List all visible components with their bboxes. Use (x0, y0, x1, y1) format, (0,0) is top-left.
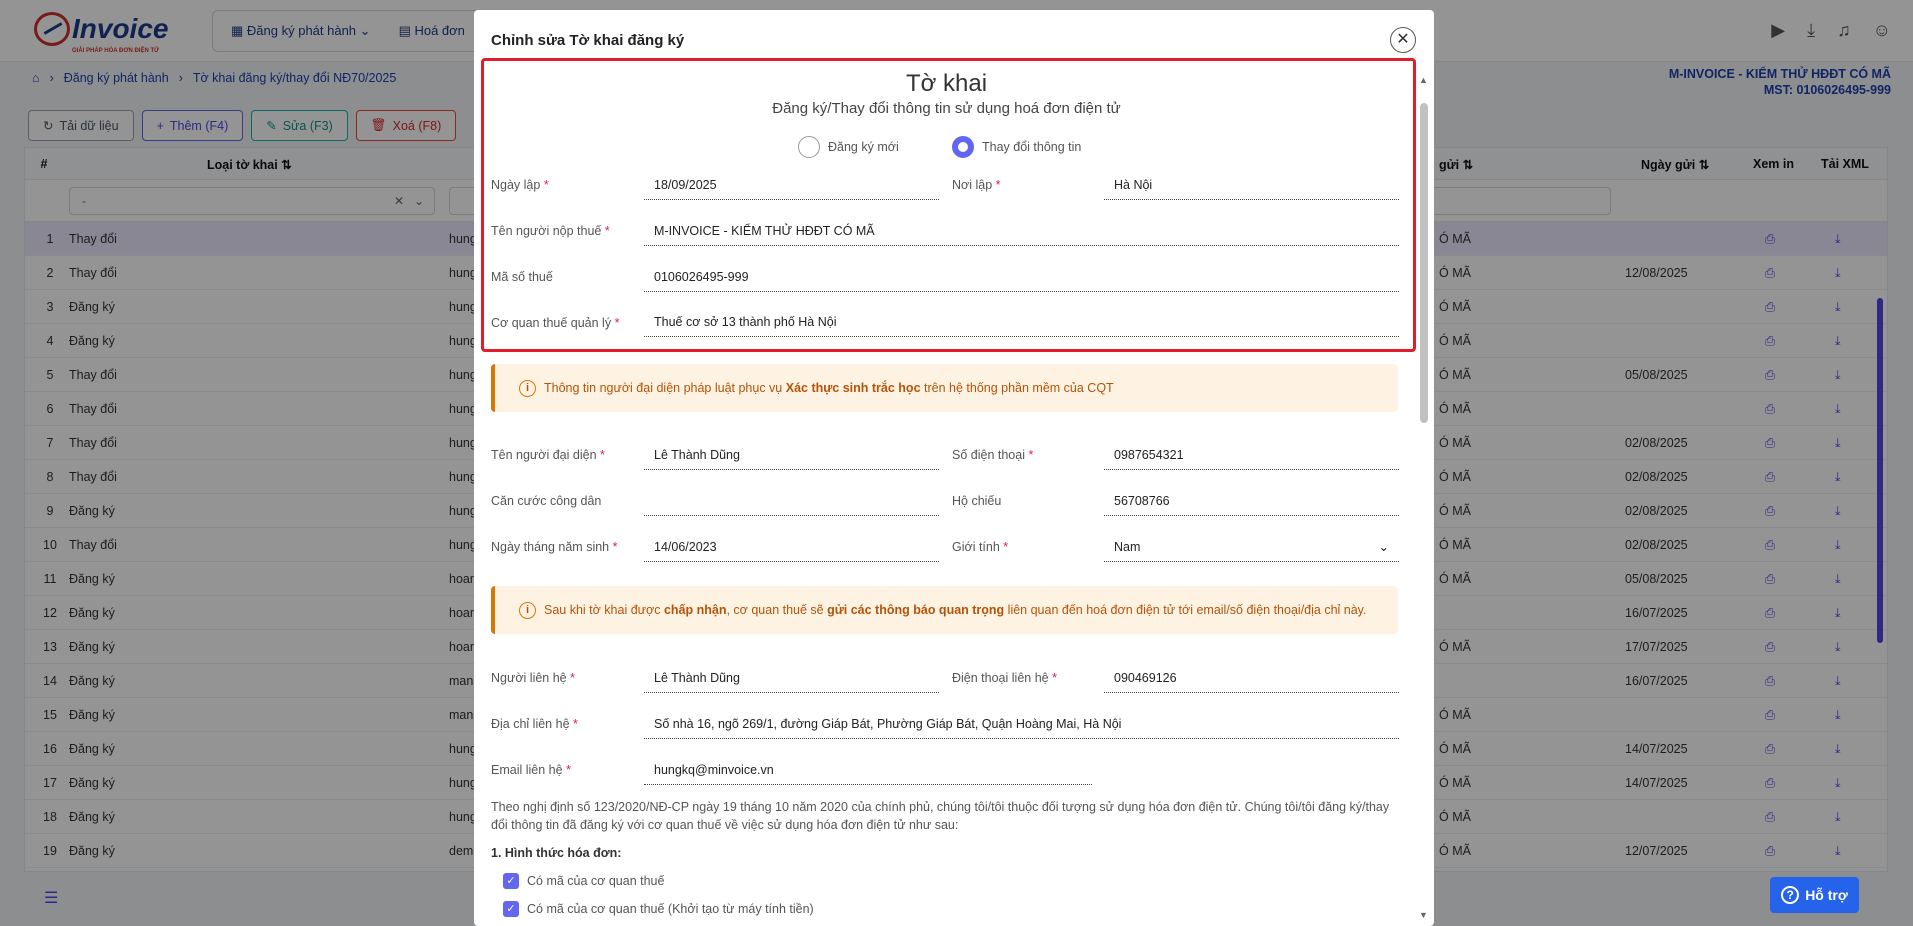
label-ho-chieu: Hộ chiếu (952, 494, 1002, 508)
note-part: Sau khi tờ khai được (544, 603, 664, 617)
note-bold: chấp nhận (663, 603, 727, 617)
section-invoice-form: 1. Hình thức hóa đơn: (491, 846, 622, 860)
checkbox-cqt-code-pos[interactable]: ✓ Có mã của cơ quan thuế (Khởi tạo từ má… (503, 901, 814, 917)
close-icon: ✕ (1396, 31, 1410, 48)
label-text: Địa chỉ liên hệ (491, 717, 570, 731)
label-text: Điện thoại liên hệ (952, 671, 1049, 685)
required-mark: * (995, 178, 1001, 192)
required-mark: * (1028, 448, 1034, 462)
label-text: Tên người nộp thuế (491, 224, 602, 238)
label-mst: Mã số thuế (491, 270, 553, 284)
label-text: Cơ quan thuế quản lý (491, 316, 612, 330)
info-icon: i (519, 379, 536, 397)
label-ten-dd: Tên người đại diện * (491, 448, 605, 462)
nguoi-lh-field[interactable]: Lê Thành Dũng (644, 665, 939, 693)
label-email-lh: Email liên hệ * (491, 763, 571, 777)
label-cccd: Căn cước công dân (491, 494, 602, 508)
label-dc-lh: Địa chỉ liên hệ * (491, 717, 578, 731)
mst-field[interactable]: 0106026495-999 (644, 264, 1399, 292)
label-ngay-lap: Ngày lập * (491, 178, 549, 192)
required-mark: * (543, 178, 549, 192)
cqt-field[interactable]: Thuế cơ sở 13 thành phố Hà Nội (644, 309, 1399, 337)
note-part: , cơ quan thuế sẽ (726, 603, 828, 617)
notification-note: i Sau khi tờ khai được chấp nhận, cơ qua… (491, 586, 1398, 634)
required-mark: * (1052, 671, 1057, 685)
scroll-down-icon[interactable]: ▼ (1419, 910, 1428, 920)
gioi-tinh-select[interactable]: Nam ⌄ (1104, 534, 1399, 562)
note-text: Sau khi tờ khai được chấp nhận, cơ quan … (544, 603, 1366, 617)
required-mark: * (566, 763, 571, 777)
checkbox-checked-icon: ✓ (503, 873, 519, 889)
label-text: Email liên hệ (491, 763, 563, 777)
label-text: Ngày tháng năm sinh (491, 540, 610, 554)
dc-lh-field[interactable]: Số nhà 16, ngõ 269/1, đường Giáp Bát, Ph… (644, 711, 1399, 739)
checkbox-label: Có mã của cơ quan thuế (Khởi tạo từ máy … (527, 902, 814, 916)
label-ngay-sinh: Ngày tháng năm sinh * (491, 540, 618, 554)
checkbox-checked-icon: ✓ (503, 901, 519, 917)
note-bold: gửi các thông báo quan trọng (827, 603, 1005, 617)
radio-new-registration[interactable]: Đăng ký mới (798, 136, 899, 158)
required-mark: * (614, 316, 620, 330)
label-text: Số điện thoại (952, 448, 1025, 462)
radio-checked-icon (952, 136, 974, 158)
required-mark: * (612, 540, 618, 554)
help-label: Hỗ trợ (1805, 887, 1848, 903)
info-icon: i (519, 601, 536, 619)
required-mark: * (600, 448, 605, 462)
noi-lap-field[interactable]: Hà Nội (1104, 172, 1399, 200)
form-subheading: Đăng ký/Thay đổi thông tin sử dụng hoá đ… (772, 100, 1121, 117)
radio-label: Thay đổi thông tin (982, 140, 1082, 154)
required-mark: * (1003, 540, 1009, 554)
help-icon: ? (1781, 886, 1800, 904)
modal-scrollbar[interactable]: ▲ ▼ (1418, 75, 1430, 920)
label-noi-lap: Nơi lập * (952, 178, 1001, 192)
ten-dd-field[interactable]: Lê Thành Dũng (644, 442, 939, 470)
note-part: trên hệ thống phần mềm của CQT (920, 381, 1114, 395)
close-button[interactable]: ✕ (1390, 27, 1416, 53)
select-value: Nam (1114, 540, 1141, 554)
cccd-field[interactable] (644, 488, 939, 516)
ten-nnt-field[interactable]: M-INVOICE - KIỂM THỬ HĐĐT CÓ MÃ (644, 218, 1399, 246)
label-text: Tên người đại diện (491, 448, 597, 462)
ngay-sinh-field[interactable]: 14/06/2023 (644, 534, 939, 562)
checkbox-cqt-code[interactable]: ✓ Có mã của cơ quan thuế (503, 873, 664, 889)
sdt-field[interactable]: 0987654321 (1104, 442, 1399, 470)
label-text: Ngày lập (491, 178, 541, 192)
checkbox-label: Có mã của cơ quan thuế (527, 874, 665, 888)
scroll-thumb[interactable] (1420, 103, 1428, 423)
biometric-note: i Thông tin người đại diện pháp luật phụ… (491, 364, 1398, 412)
email-lh-field[interactable]: hungkq@minvoice.vn (644, 757, 1092, 785)
edit-declaration-modal: Chỉnh sửa Tờ khai đăng ký ✕ ▲ ▼ Tờ khai … (474, 10, 1434, 926)
radio-unchecked-icon (798, 136, 820, 158)
label-nguoi-lh: Người liên hệ * (491, 671, 575, 685)
label-text: Nơi lập (952, 178, 993, 192)
dt-lh-field[interactable]: 090469126 (1104, 665, 1399, 693)
label-sdt: Số điện thoại * (952, 448, 1033, 462)
chevron-down-icon: ⌄ (1378, 540, 1389, 554)
decree-paragraph: Theo nghị định số 123/2020/NĐ-CP ngày 19… (491, 800, 1390, 832)
help-button[interactable]: ? Hỗ trợ (1770, 877, 1859, 913)
form-heading: Tờ khai (905, 70, 988, 97)
ngay-lap-field[interactable]: 18/09/2025 (644, 172, 939, 200)
required-mark: * (604, 224, 610, 238)
note-part: liên quan đến hoá đơn điện tử tới email/… (1004, 603, 1367, 617)
radio-label: Đăng ký mới (828, 140, 899, 154)
required-mark: * (570, 671, 575, 685)
ho-chieu-field[interactable]: 56708766 (1104, 488, 1399, 516)
radio-change-info[interactable]: Thay đổi thông tin (952, 136, 1081, 158)
modal-title: Chỉnh sửa Tờ khai đăng ký (491, 32, 685, 49)
scroll-up-icon[interactable]: ▲ (1419, 75, 1428, 85)
label-dt-lh: Điện thoại liên hệ * (952, 671, 1057, 685)
label-text: Giới tính (952, 540, 1000, 554)
note-text: Thông tin người đại diện pháp luật phục … (544, 381, 1114, 395)
label-cqt: Cơ quan thuế quản lý * (491, 316, 619, 330)
label-text: Người liên hệ (491, 671, 567, 685)
label-gioi-tinh: Giới tính * (952, 540, 1008, 554)
note-part: Thông tin người đại diện pháp luật phục … (544, 381, 786, 395)
note-bold: Xác thực sinh trắc học (785, 381, 921, 395)
label-ten-nnt: Tên người nộp thuế * (491, 224, 610, 238)
required-mark: * (573, 717, 578, 731)
